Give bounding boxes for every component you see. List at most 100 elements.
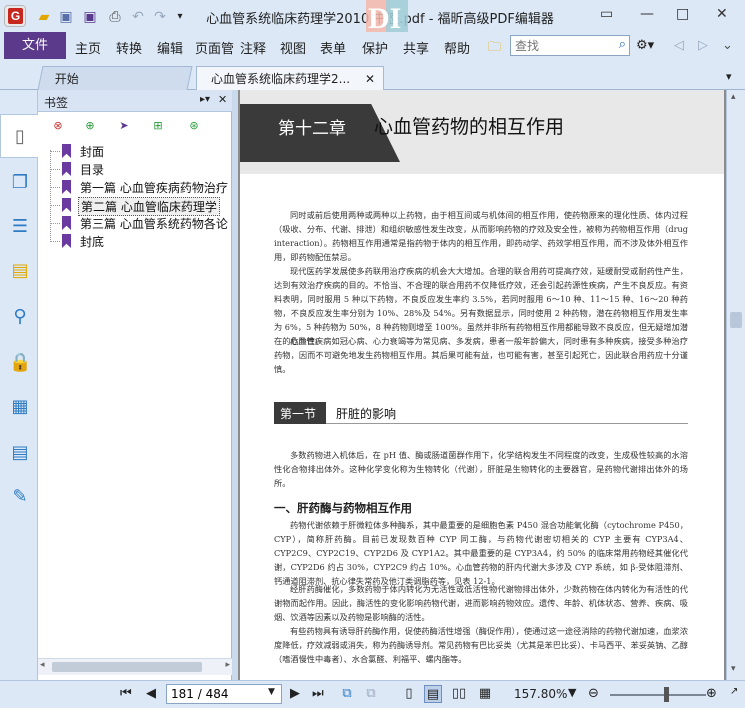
bookmark-item-part3[interactable]: 第三篇 心血管系统药物各论: [38, 214, 232, 232]
bookmarks-horizontal-scrollbar[interactable]: ◂ ▸: [38, 658, 232, 675]
subsection-title: 一、肝药酶与药物相互作用: [274, 501, 412, 515]
signature-icon[interactable]: ✎: [9, 486, 31, 508]
last-page-icon[interactable]: ⏭: [312, 686, 324, 701]
prev-view-icon[interactable]: ⧉: [338, 685, 356, 703]
print-icon[interactable]: ⎙: [106, 8, 124, 26]
chapter-header-band: 第十二章 心血管药物的相互作用: [240, 90, 724, 174]
minimize-icon[interactable]: —: [640, 6, 654, 22]
single-page-view-icon[interactable]: ▯: [400, 685, 418, 703]
menu-help[interactable]: 帮助: [444, 38, 470, 57]
open-folder-icon[interactable]: ▰: [36, 8, 52, 26]
promote-bookmark-icon[interactable]: ➤: [116, 118, 132, 134]
document-vertical-scrollbar[interactable]: ▴ ▾: [726, 90, 745, 680]
page-number-box[interactable]: ▼: [166, 684, 282, 704]
prev-page-icon[interactable]: ◀: [146, 686, 156, 701]
bookmark-flag-icon: [62, 144, 71, 158]
search-input[interactable]: [515, 38, 611, 53]
title-bar: G ▰ ▣ ▣ ⎙ ↶ ↷ ▾ 心血管系统临床药理学2010 书签.pdf - …: [0, 0, 745, 40]
search-box[interactable]: ⌕: [510, 35, 630, 56]
new-child-bookmark-icon[interactable]: ⊞: [150, 118, 166, 134]
add-bookmark-icon[interactable]: ⊕: [82, 118, 98, 134]
scroll-down-icon[interactable]: ▾: [731, 664, 736, 674]
form-fields-icon[interactable]: ▤: [9, 442, 31, 464]
folder-search-icon[interactable]: 🗀: [488, 38, 501, 60]
continuous-facing-view-icon[interactable]: ▦: [476, 685, 494, 703]
restore-icon[interactable]: ▭: [600, 6, 613, 22]
document-view[interactable]: 第十二章 心血管药物的相互作用 同时或前后使用两种或两种以上药物，由于相互间或与…: [238, 90, 726, 680]
file-menu-button[interactable]: 文件: [4, 32, 66, 59]
undo-icon[interactable]: ↶: [130, 8, 146, 26]
tab-list-icon[interactable]: ▾: [726, 70, 732, 83]
next-page-icon[interactable]: ▶: [290, 686, 300, 701]
gear-icon[interactable]: ⚙▾: [636, 38, 654, 53]
attachment-icon[interactable]: ⚲: [9, 306, 31, 328]
body-paragraph: 同时或前后使用两种或两种以上药物，由于相互间或与机体间的相互作用，使药物原来的理…: [274, 210, 688, 262]
menu-home[interactable]: 主页: [75, 38, 101, 57]
scroll-up-icon[interactable]: ▴: [731, 92, 736, 102]
maximize-icon[interactable]: □: [676, 6, 689, 22]
close-panel-icon[interactable]: ✕: [218, 93, 227, 106]
first-page-icon[interactable]: ⏮: [120, 686, 132, 701]
bookmark-item-part2[interactable]: 第二篇 心血管临床药理学: [38, 196, 232, 216]
bookmark-page-icon[interactable]: ▯: [9, 126, 31, 148]
facing-view-icon[interactable]: ▯▯: [450, 685, 468, 703]
bookmark-flag-icon: [62, 180, 71, 194]
section-heading: 第一节 肝脏的影响: [274, 402, 688, 424]
scroll-thumb[interactable]: [730, 312, 742, 328]
menu-view[interactable]: 视图: [280, 38, 306, 57]
navigation-rail: ▯ ❐ ☰ ▤ ⚲ 🔒 ▦ ▤ ✎: [0, 90, 38, 680]
tab-document[interactable]: 心血管系统临床药理学2... ✕: [196, 66, 384, 90]
tab-bar: 开始 心血管系统临床药理学2... ✕ ▾: [0, 60, 745, 90]
bookmark-item-back-cover[interactable]: 封底: [38, 232, 232, 250]
scroll-thumb[interactable]: [52, 662, 202, 672]
delete-bookmark-icon[interactable]: ⊗: [50, 118, 66, 134]
continuous-view-icon[interactable]: ▤: [424, 685, 442, 703]
tab-home[interactable]: 开始: [37, 66, 193, 90]
tab-home-label: 开始: [54, 72, 79, 86]
menu-convert[interactable]: 转换: [116, 38, 142, 57]
body-paragraph: 有些药物具有诱导肝药酶作用，促使药酶活性增强（酶促作用），使通过这一途径消除的药…: [274, 626, 688, 664]
menu-share[interactable]: 共享: [403, 38, 429, 57]
next-result-icon[interactable]: ▷: [698, 38, 708, 53]
page-dropdown-icon[interactable]: ▼: [268, 687, 275, 697]
foxit-logo-icon[interactable]: G: [4, 5, 26, 27]
bookmark-item-part1[interactable]: 第一篇 心血管疾病药物治疗: [38, 178, 232, 196]
menu-protect[interactable]: 保护: [362, 38, 388, 57]
zoom-in-icon[interactable]: ⊕: [706, 686, 717, 701]
document-properties-icon[interactable]: ▦: [9, 396, 31, 418]
menu-comment[interactable]: 注释: [240, 38, 266, 57]
layers-icon[interactable]: ☰: [9, 216, 31, 238]
zoom-slider-thumb[interactable]: [664, 687, 669, 702]
customize-toolbar-icon[interactable]: ▾: [174, 8, 186, 26]
zoom-dropdown-icon[interactable]: ▼: [568, 686, 576, 699]
next-view-icon[interactable]: ⧉: [362, 685, 380, 703]
panel-options-icon[interactable]: ▸▾: [200, 94, 210, 105]
body-paragraph: 心血管疾病如冠心病、心力衰竭等为常见病、多发病，患者一般年龄偏大，同时患有多种疾…: [274, 336, 688, 374]
menu-form[interactable]: 表单: [320, 38, 346, 57]
scroll-left-icon[interactable]: ◂: [40, 660, 45, 670]
page-number-input[interactable]: [171, 687, 261, 701]
comments-icon[interactable]: ▤: [9, 260, 31, 282]
close-icon[interactable]: ✕: [716, 6, 728, 22]
redo-icon[interactable]: ↷: [152, 8, 168, 26]
collapse-ribbon-icon[interactable]: ⌄: [722, 38, 733, 53]
search-icon[interactable]: ⌕: [619, 37, 626, 52]
close-tab-icon[interactable]: ✕: [365, 67, 375, 91]
save-as-icon[interactable]: ▣: [82, 8, 98, 26]
bookmark-flag-icon: [62, 216, 71, 230]
lock-icon[interactable]: 🔒: [9, 352, 31, 374]
scroll-right-icon[interactable]: ▸: [225, 660, 230, 670]
zoom-out-icon[interactable]: ⊖: [588, 686, 599, 701]
bookmarks-title: 书签: [44, 96, 69, 110]
expand-status-icon[interactable]: ↗: [730, 686, 738, 697]
zoom-slider[interactable]: [610, 694, 706, 696]
pages-thumbnail-icon[interactable]: ❐: [9, 172, 31, 194]
save-icon[interactable]: ▣: [58, 8, 74, 26]
menu-edit[interactable]: 编辑: [157, 38, 183, 57]
zoom-level[interactable]: 157.80%: [514, 687, 567, 701]
expand-bookmark-icon[interactable]: ⊛: [186, 118, 202, 134]
menu-page-manage[interactable]: 页面管: [195, 38, 237, 57]
bookmark-item-cover[interactable]: 封面: [38, 142, 232, 160]
bookmark-item-toc[interactable]: 目录: [38, 160, 232, 178]
prev-result-icon[interactable]: ◁: [674, 38, 684, 53]
